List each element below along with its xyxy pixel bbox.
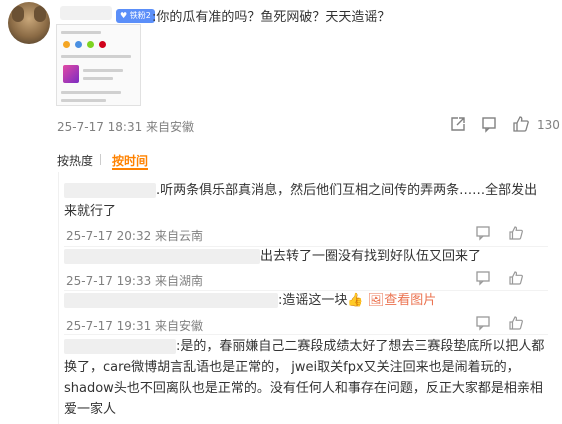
comment-thread-line bbox=[58, 172, 59, 424]
sort-divider bbox=[100, 154, 101, 165]
like-count: 130 bbox=[537, 118, 560, 132]
thumb-line bbox=[61, 55, 131, 58]
thumb-line bbox=[83, 69, 123, 72]
comment-reply-icon[interactable] bbox=[475, 225, 491, 241]
comment-3: :造谣这一块👍 🖼查看图片 bbox=[64, 290, 542, 311]
comment-timestamp: 25-7-17 19:33 来自湖南 bbox=[66, 274, 204, 288]
active-tab-underline bbox=[112, 168, 148, 170]
thumb-dot bbox=[99, 41, 106, 48]
thumb-line bbox=[61, 99, 106, 102]
thumbs-up-emoji: 👍 bbox=[347, 293, 364, 308]
comment-like-icon[interactable] bbox=[508, 225, 524, 241]
comment-reply-icon[interactable] bbox=[475, 270, 491, 286]
comment-text: :造谣这一块 bbox=[278, 293, 348, 308]
post-username-redacted[interactable] bbox=[60, 6, 112, 20]
post-text: :你的瓜有准的吗？鱼死网破？天天造谣？ bbox=[152, 10, 391, 25]
comment-2: 出去转了一圈没有找到好队伍又回来了 bbox=[64, 246, 542, 267]
commenter-name-redacted[interactable] bbox=[64, 339, 176, 354]
share-icon[interactable] bbox=[449, 115, 467, 133]
thumb-dot bbox=[87, 41, 94, 48]
thumb-line bbox=[83, 77, 113, 80]
thumb-line bbox=[61, 31, 101, 34]
commenter-name-redacted[interactable] bbox=[64, 183, 156, 198]
comment-icon[interactable] bbox=[480, 115, 498, 133]
dog-ear-right bbox=[34, 6, 46, 22]
view-image-link[interactable]: 🖼查看图片 bbox=[368, 293, 437, 308]
comment-timestamp: 25-7-17 19:31 来自安徽 bbox=[66, 319, 204, 333]
comment-timestamp: 25-7-17 20:32 来自云南 bbox=[66, 229, 204, 243]
comment-like-icon[interactable] bbox=[508, 270, 524, 286]
comment-like-icon[interactable] bbox=[508, 315, 524, 331]
comment-1: .听两条俱乐部真消息，然后他们互相之间传的弄两条……全部发出来就行了 bbox=[64, 180, 542, 222]
post-timestamp: 25-7-17 18:31 来自安徽 bbox=[57, 120, 195, 134]
thumb-dot bbox=[75, 41, 82, 48]
post-image-thumbnail[interactable] bbox=[56, 24, 141, 106]
comment-divider bbox=[64, 334, 548, 335]
sort-by-time-tab[interactable]: 按时间 bbox=[112, 152, 148, 169]
dog-ear-left bbox=[12, 6, 24, 22]
comment-reply-icon[interactable] bbox=[475, 315, 491, 331]
thumb-dot bbox=[63, 41, 70, 48]
thumb-picture bbox=[63, 65, 79, 83]
sort-by-hot-tab[interactable]: 按热度 bbox=[57, 152, 93, 169]
like-icon[interactable] bbox=[512, 115, 530, 133]
image-icon: 🖼 bbox=[367, 293, 385, 308]
thumb-line bbox=[61, 91, 121, 94]
comment-4: :是的，春丽嫌自己二赛段成绩太好了想去三赛段垫底所以把人都换了，care微博胡言… bbox=[64, 336, 550, 420]
commenter-name-redacted[interactable] bbox=[64, 249, 260, 264]
fan-badge: ♥ 铁粉2 bbox=[116, 9, 155, 23]
heart-icon: ♥ bbox=[120, 11, 128, 20]
comment-text: 出去转了一圈没有找到好队伍又回来了 bbox=[260, 249, 482, 264]
post-avatar[interactable] bbox=[8, 2, 50, 44]
commenter-name-redacted[interactable] bbox=[64, 293, 278, 308]
